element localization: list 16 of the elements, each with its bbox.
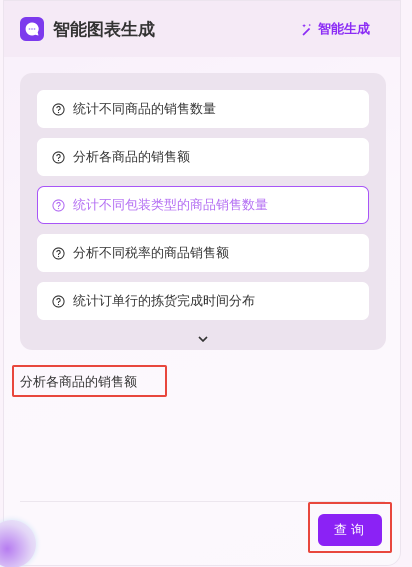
suggestion-item[interactable]: 分析不同税率的商品销售额 <box>37 234 369 272</box>
question-icon <box>52 246 65 260</box>
question-icon <box>52 198 65 212</box>
suggestion-item[interactable]: 分析各商品的销售额 <box>37 138 369 176</box>
question-icon <box>52 102 65 116</box>
window-title: 智能图表生成 <box>53 18 155 40</box>
input-field[interactable]: 分析各商品的销售额 <box>20 375 137 390</box>
generate-button[interactable]: 智能生成 <box>300 20 384 38</box>
chevron-down-icon[interactable] <box>198 336 208 342</box>
suggestion-item[interactable]: 统计订单行的拣货完成时间分布 <box>37 282 369 320</box>
query-button[interactable]: 查询 <box>318 514 382 546</box>
chat-bubble-icon <box>20 17 44 41</box>
magic-wand-icon <box>300 22 313 36</box>
question-icon <box>52 294 65 308</box>
suggestion-item[interactable]: 统计不同商品的销售数量 <box>37 90 369 128</box>
question-icon <box>52 150 65 164</box>
